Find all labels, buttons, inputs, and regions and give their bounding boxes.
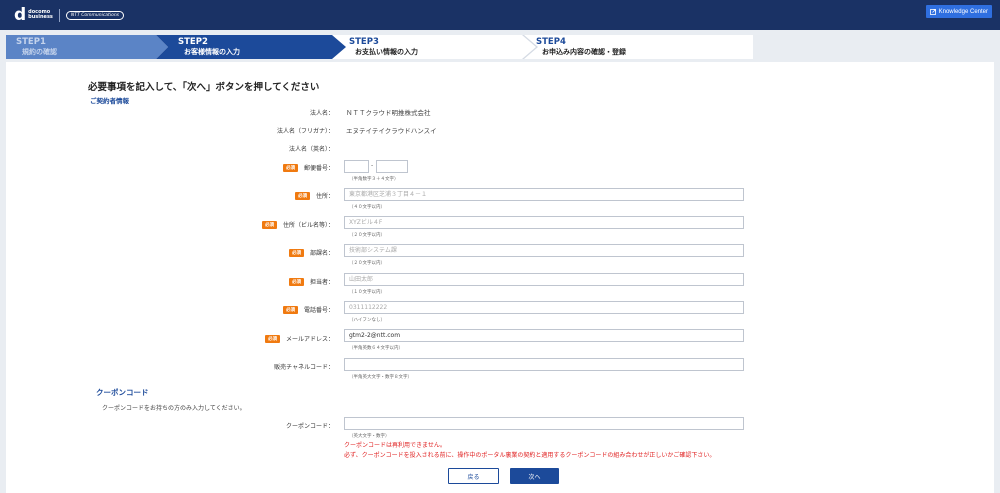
logo-line2: business (28, 14, 53, 20)
postal-label: 郵便番号： (303, 165, 334, 172)
address-hint: （４０文字以内） (349, 205, 385, 210)
step-2-title: STEP2 (178, 37, 208, 47)
coupon-description: クーポンコードをお持ちの方のみ入力してください。 (102, 405, 246, 412)
channel-code-input[interactable] (344, 358, 744, 371)
step-1-subtitle: 規約の確認 (22, 48, 57, 56)
section-contract-heading: ご契約者情報 (90, 97, 129, 105)
required-badge: 必須 (261, 221, 277, 229)
coupon-heading: クーポンコード (96, 388, 149, 397)
department-hint: （２０文字以内） (349, 261, 385, 266)
docomo-business-logo[interactable]: d docomo business NTT Communications (14, 5, 125, 25)
knowledge-center-label: Knowledge Center (938, 8, 988, 15)
required-badge: 必須 (264, 335, 280, 343)
building-hint: （２０文字以内） (349, 233, 385, 238)
step-2: STEP2 お客様情報の入力 (156, 35, 346, 59)
progress-steps: STEP1 規約の確認 STEP3 お支払い情報の入力 STEP4 お申込み内容… (6, 35, 753, 59)
postal-label-row: 必須 郵便番号： (282, 163, 334, 172)
building-input[interactable]: XYZビル４F (344, 216, 744, 229)
page-heading: 必要事項を記入して、「次へ」ボタンを押してください (88, 82, 320, 93)
step-4-title: STEP4 (536, 37, 566, 47)
required-badge: 必須 (282, 164, 298, 172)
postal-code-second-input[interactable] (376, 160, 408, 173)
next-button[interactable]: 次へ (510, 468, 559, 484)
step-1: STEP1 規約の確認 (6, 35, 168, 59)
postal-hint: （半角数字３＋４文字） (349, 177, 399, 182)
department-label: 部課名： (309, 250, 334, 257)
address-label: 住所： (315, 193, 334, 200)
step-1-title: STEP1 (16, 37, 46, 47)
email-label: メールアドレス： (285, 336, 334, 343)
corp-name-value: ＮＴＴクラウド明推株式会社 (346, 109, 431, 117)
postal-code-first-input[interactable] (344, 160, 369, 173)
person-label-row: 必須 担当者： (288, 277, 334, 286)
step-4-subtitle: お申込み内容の確認・登録 (542, 48, 626, 56)
building-label-row: 必須 住所（ビル名等）： (261, 220, 334, 229)
email-label-row: 必須 メールアドレス： (264, 334, 334, 343)
required-badge: 必須 (282, 306, 298, 314)
channel-hint: （半角英大文字・数字８文字） (349, 375, 412, 380)
ntt-communications-logo: NTT Communications (65, 10, 125, 20)
step-4: STEP4 お申込み内容の確認・登録 (527, 35, 753, 59)
phone-input[interactable]: 0311112222 (344, 301, 744, 314)
address-label-row: 必須 住所： (294, 191, 334, 200)
top-bar: d docomo business NTT Communications Kno… (0, 0, 1000, 30)
required-badge: 必須 (294, 192, 310, 200)
coupon-error-confirm: 必ず、クーポンコードを投入される前に、操作中のポータル裏業の契約と適用するクーポ… (344, 452, 716, 459)
coupon-error-reuse: クーポンコードは再利用できません。 (344, 442, 446, 449)
email-input[interactable]: gtm2-2@ntt.com (344, 329, 744, 342)
phone-label-row: 必須 電話番号： (282, 305, 334, 314)
postal-separator: - (371, 162, 374, 169)
person-input[interactable]: 山田太郎 (344, 273, 744, 286)
step-2-subtitle: お客様情報の入力 (184, 48, 240, 56)
required-badge: 必須 (288, 278, 304, 286)
knowledge-center-button[interactable]: Knowledge Center (925, 5, 992, 18)
step-3-title: STEP3 (349, 37, 379, 47)
external-link-icon (929, 8, 936, 15)
coupon-code-input[interactable] (344, 417, 744, 430)
required-badge: 必須 (288, 249, 304, 257)
docomo-logo-mark: d (14, 5, 27, 25)
corp-name-label: 法人名： (309, 110, 334, 117)
person-label: 担当者： (309, 279, 334, 286)
coupon-hint: （英大文字・数字） (349, 434, 390, 439)
step-3: STEP3 お支払い情報の入力 (339, 35, 537, 59)
logo-divider (58, 8, 60, 22)
corp-en-label: 法人名（英名）： (288, 146, 334, 153)
department-label-row: 必須 部課名： (288, 248, 334, 257)
address-input[interactable]: 東京都港区芝浦３丁目４－１ (344, 188, 744, 201)
corp-kana-value: エヌテイテイクラウドハンスイ (346, 127, 437, 135)
department-input[interactable]: 技術部システム課 (344, 244, 744, 257)
back-button[interactable]: 戻る (448, 468, 499, 484)
channel-label: 販売チャネルコード： (274, 364, 334, 371)
person-hint: （１０文字以内） (349, 290, 385, 295)
phone-label: 電話番号： (303, 307, 334, 314)
email-hint: （半角英数６４文字以内） (349, 346, 403, 351)
building-label: 住所（ビル名等）： (282, 222, 334, 229)
step-3-subtitle: お支払い情報の入力 (355, 48, 418, 56)
phone-hint: （ハイフンなし） (349, 318, 385, 323)
coupon-label: クーポンコード： (285, 423, 334, 430)
corp-kana-label: 法人名（フリガナ）： (276, 128, 334, 135)
